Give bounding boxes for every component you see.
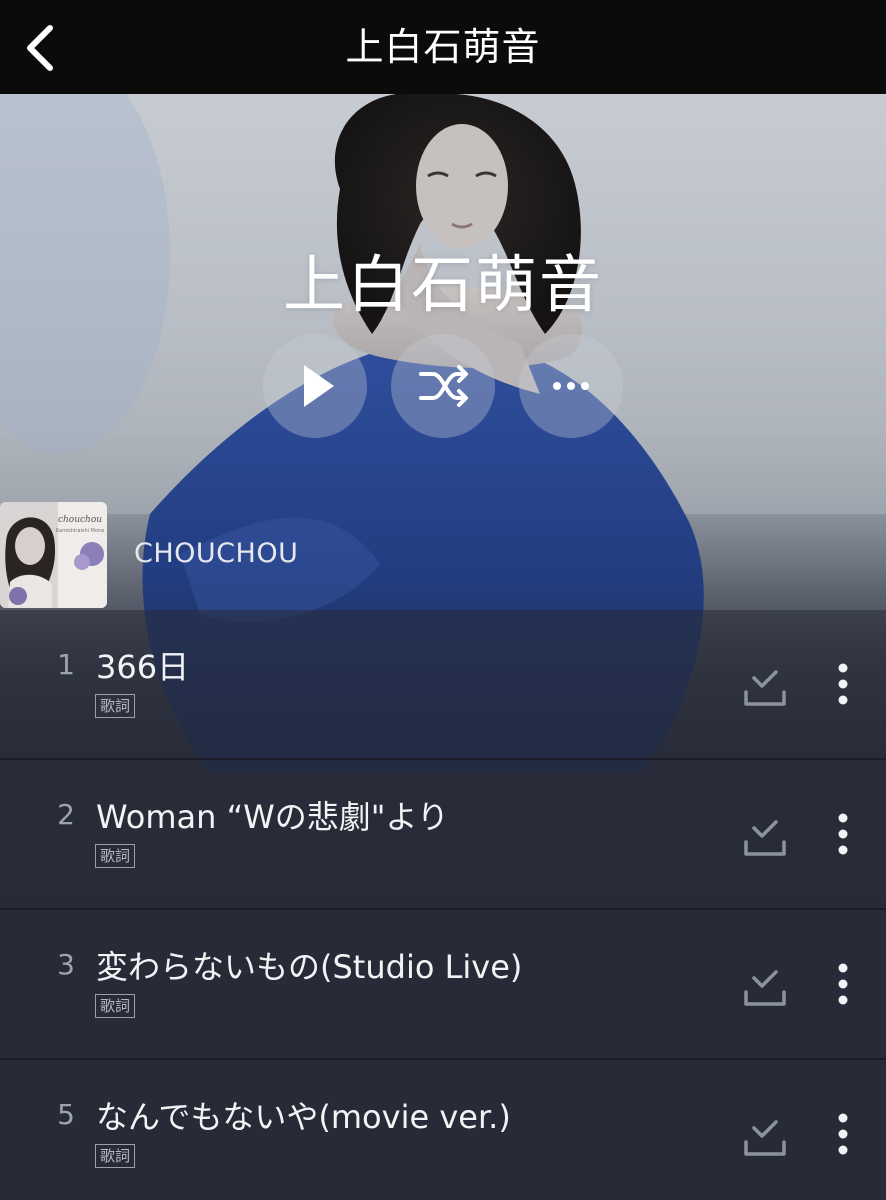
action-buttons [263,334,623,438]
track-number: 1 [57,648,75,681]
more-vertical-icon[interactable] [826,810,860,858]
track-title: なんでもないや(movie ver.) [96,1098,511,1136]
lyrics-badge: 歌詞 [95,694,136,718]
shuffle-button[interactable] [391,334,495,438]
shuffle-icon [419,365,468,407]
track-row[interactable]: 3 変わらないもの(Studio Live) 歌詞 [0,910,886,1060]
more-vertical-icon[interactable] [826,960,860,1008]
page-title: 上白石萌音 [345,25,541,69]
track-number: 2 [57,798,75,831]
play-button[interactable] [263,334,367,438]
album-cover-image: chouchou Kamishiraishi Mone [0,502,107,608]
lyrics-badge: 歌詞 [95,1144,136,1168]
artist-screen: 上白石萌音 上白石萌音 chouchou Kamishiraishi Mone … [0,0,886,1200]
downloaded-check-icon[interactable] [742,816,788,858]
more-horizontal-icon [553,382,589,390]
album-row[interactable]: chouchou Kamishiraishi Mone CHOUCHOU [0,502,886,610]
track-row[interactable]: 2 Woman “Wの悲劇"より 歌詞 [0,760,886,910]
more-vertical-icon[interactable] [826,1110,860,1158]
track-row[interactable]: 1 366日 歌詞 [0,610,886,760]
track-number: 5 [57,1098,75,1131]
track-title: Woman “Wの悲劇"より [96,798,449,836]
svg-text:Kamishiraishi Mone: Kamishiraishi Mone [56,528,105,534]
track-title: 366日 [96,648,190,686]
svg-text:chouchou: chouchou [58,515,102,525]
album-name[interactable]: CHOUCHOU [134,538,298,569]
navbar: 上白石萌音 [0,0,886,94]
track-row[interactable]: 5 なんでもないや(movie ver.) 歌詞 [0,1060,886,1200]
more-button[interactable] [519,334,623,438]
track-number: 3 [57,948,75,981]
downloaded-check-icon[interactable] [742,666,788,708]
lyrics-badge: 歌詞 [95,994,136,1018]
downloaded-check-icon[interactable] [742,1116,788,1158]
track-list: 1 366日 歌詞 2 Woman “Wの悲劇"より 歌詞 3 変わらないもの(… [0,610,886,1200]
lyrics-badge: 歌詞 [95,844,136,868]
downloaded-check-icon[interactable] [742,966,788,1008]
artist-name: 上白石萌音 [282,248,603,321]
play-icon [304,365,334,407]
album-cover[interactable]: chouchou Kamishiraishi Mone [0,502,107,608]
track-title: 変わらないもの(Studio Live) [96,948,523,986]
more-vertical-icon[interactable] [826,660,860,708]
